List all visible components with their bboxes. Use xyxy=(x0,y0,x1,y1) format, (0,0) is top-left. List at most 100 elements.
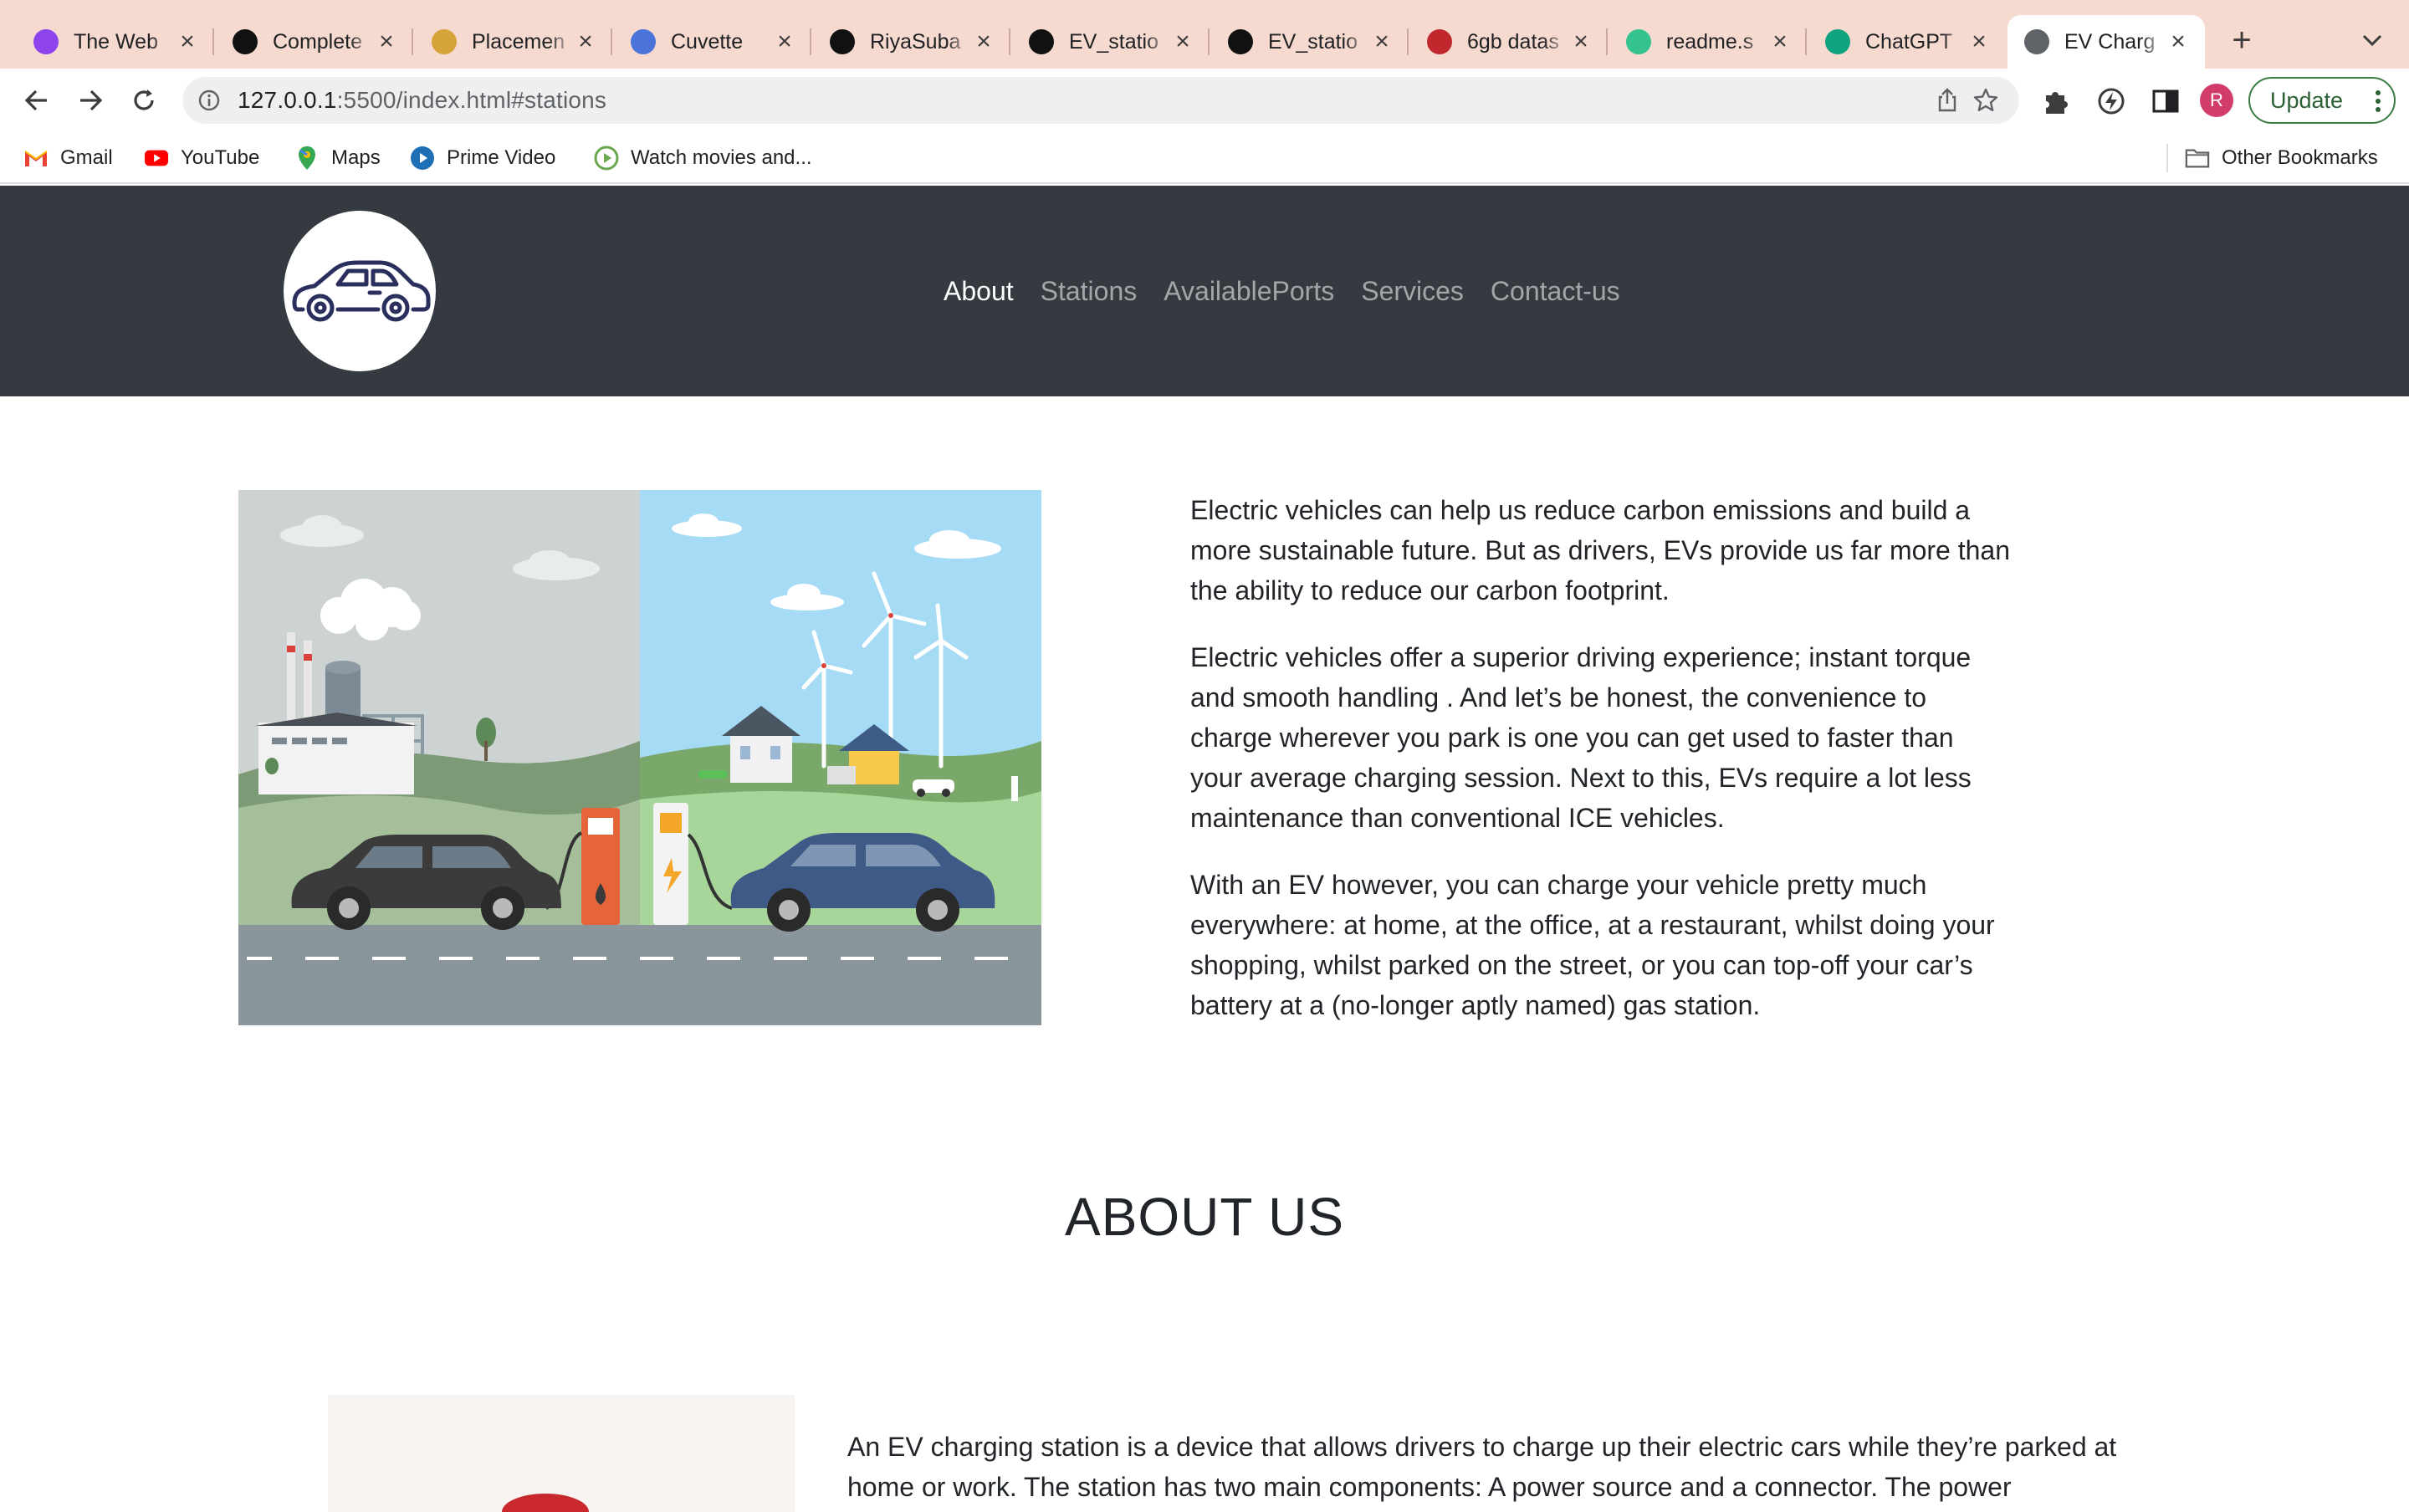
nav-link-availableports[interactable]: AvailablePorts xyxy=(1164,276,1334,307)
site-logo[interactable] xyxy=(284,211,436,371)
nav-link-services[interactable]: Services xyxy=(1361,276,1464,307)
about-us-heading: ABOUT US xyxy=(1065,1187,1344,1247)
close-tab-icon[interactable]: × xyxy=(1967,28,1991,55)
chatgpt-icon xyxy=(1825,29,1850,54)
nav-link-contact-us[interactable]: Contact-us xyxy=(1491,276,1620,307)
intro-paragraph: Electric vehicles can help us reduce car… xyxy=(1190,495,2011,605)
close-tab-icon[interactable]: × xyxy=(773,28,796,55)
browser-tab[interactable]: ChatGPT × xyxy=(1808,15,2006,69)
tab-separator xyxy=(212,28,214,55)
address-url[interactable]: 127.0.0.1:5500/index.html#stations xyxy=(238,87,606,114)
tab-separator xyxy=(810,28,811,55)
browser-tab[interactable]: Complete × xyxy=(216,15,413,69)
performance-icon[interactable] xyxy=(2095,85,2127,117)
bookmark-item[interactable]: Gmail xyxy=(23,142,113,174)
browser-tab[interactable]: Cuvette × xyxy=(614,15,811,69)
gmail-icon xyxy=(23,146,49,171)
browser-tab[interactable]: Placemen × xyxy=(415,15,612,69)
placement-icon xyxy=(432,29,457,54)
browser-toolbar: 127.0.0.1:5500/index.html#stations R Upd… xyxy=(0,69,2409,132)
browser-tab[interactable]: The Web × xyxy=(17,15,214,69)
tab-title: readme.s xyxy=(1666,29,1754,54)
bookmarks-divider xyxy=(2166,144,2168,172)
other-bookmarks-label: Other Bookmarks xyxy=(2222,146,2378,169)
bookmark-item[interactable]: YouTube xyxy=(144,142,259,174)
tab-title: Placemen xyxy=(472,29,565,54)
menu-dots-icon[interactable] xyxy=(2374,89,2382,120)
tab-title: Complete xyxy=(273,29,362,54)
browser-tab[interactable]: EV Charg × xyxy=(2008,15,2205,69)
tab-separator xyxy=(1606,28,1608,55)
tab-title: EV Charg xyxy=(2064,29,2156,54)
tab-separator xyxy=(1208,28,1210,55)
tab-title: RiyaSuba xyxy=(870,29,961,54)
address-bar[interactable]: 127.0.0.1:5500/index.html#stations xyxy=(182,77,2019,124)
bookmark-label: Prime Video xyxy=(447,146,556,169)
side-panel-icon[interactable] xyxy=(2150,85,2181,117)
purple-u-icon xyxy=(33,29,59,54)
browser-tab-strip: The Web × Complete × Placemen × Cuvette × RiyaSu… xyxy=(0,0,2409,69)
charging-station-image xyxy=(328,1395,795,1512)
tab-separator xyxy=(1805,28,1807,55)
tab-separator xyxy=(412,28,413,55)
close-tab-icon[interactable]: × xyxy=(1569,28,1593,55)
site-navbar: About Stations AvailablePorts Services Conta… xyxy=(0,186,2409,396)
forward-arrow-icon[interactable] xyxy=(72,82,109,119)
url-host: 127.0.0.1 xyxy=(238,87,337,113)
update-button[interactable]: Update xyxy=(2248,77,2396,124)
extensions-puzzle-icon[interactable] xyxy=(2041,85,2073,117)
cuvette-icon xyxy=(631,29,656,54)
bookmark-star-icon[interactable] xyxy=(1972,87,1999,114)
tab-separator xyxy=(611,28,612,55)
github-icon xyxy=(1029,29,1054,54)
close-tab-icon[interactable]: × xyxy=(1171,28,1194,55)
close-tab-icon[interactable]: × xyxy=(1370,28,1394,55)
github-icon xyxy=(1228,29,1253,54)
browser-tab[interactable]: readme.s × xyxy=(1609,15,1807,69)
back-arrow-icon[interactable] xyxy=(18,82,55,119)
browser-tab[interactable]: EV_statio × xyxy=(1012,15,1210,69)
site-info-icon[interactable] xyxy=(197,89,221,112)
browser-tab[interactable]: 6gb datas × xyxy=(1410,15,1608,69)
bookmark-item[interactable]: Watch movies and... xyxy=(594,142,812,174)
car-logo-icon xyxy=(292,260,431,322)
reload-icon[interactable] xyxy=(125,82,162,119)
tab-title: Cuvette xyxy=(671,29,744,54)
close-tab-icon[interactable]: × xyxy=(2166,28,2190,55)
notion-icon xyxy=(233,29,258,54)
site-nav-links: About Stations AvailablePorts Services Conta… xyxy=(944,276,1647,307)
share-icon[interactable] xyxy=(1934,87,1961,114)
youtube-icon xyxy=(144,146,169,171)
folder-icon xyxy=(2185,146,2210,171)
bookmark-label: Watch movies and... xyxy=(631,146,812,169)
tab-title: EV_statio xyxy=(1069,29,1159,54)
tab-title: ChatGPT xyxy=(1865,29,1953,54)
globe-icon xyxy=(2024,29,2049,54)
infinity-icon xyxy=(1427,29,1452,54)
browser-tab[interactable]: EV_statio × xyxy=(1211,15,1409,69)
tab-title: 6gb datas xyxy=(1467,29,1559,54)
tab-title: EV_statio xyxy=(1268,29,1358,54)
maps-icon xyxy=(294,146,320,171)
profile-avatar[interactable]: R xyxy=(2200,84,2233,117)
close-tab-icon[interactable]: × xyxy=(176,28,199,55)
new-tab-button[interactable]: + xyxy=(2223,22,2260,59)
tab-separator xyxy=(1407,28,1409,55)
bookmark-item[interactable]: Prime Video xyxy=(410,142,555,174)
prime-video-icon xyxy=(410,146,435,171)
intro-paragraph: Electric vehicles offer a superior drivi… xyxy=(1190,642,1972,833)
browser-tab[interactable]: RiyaSuba × xyxy=(813,15,1010,69)
close-tab-icon[interactable]: × xyxy=(574,28,597,55)
bookmark-label: Gmail xyxy=(60,146,113,169)
nav-link-stations[interactable]: Stations xyxy=(1041,276,1138,307)
intro-text: Electric vehicles can help us reduce car… xyxy=(1190,490,2010,1052)
nav-link-about[interactable]: About xyxy=(944,276,1014,307)
close-tab-icon[interactable]: × xyxy=(375,28,398,55)
other-bookmarks[interactable]: Other Bookmarks xyxy=(2185,142,2378,174)
bookmark-label: Maps xyxy=(331,146,381,169)
close-tab-icon[interactable]: × xyxy=(1768,28,1792,55)
bookmark-item[interactable]: Maps xyxy=(294,142,381,174)
bookmark-label: YouTube xyxy=(181,146,260,169)
close-tab-icon[interactable]: × xyxy=(972,28,995,55)
tab-search-chevron-icon[interactable] xyxy=(2355,22,2389,59)
